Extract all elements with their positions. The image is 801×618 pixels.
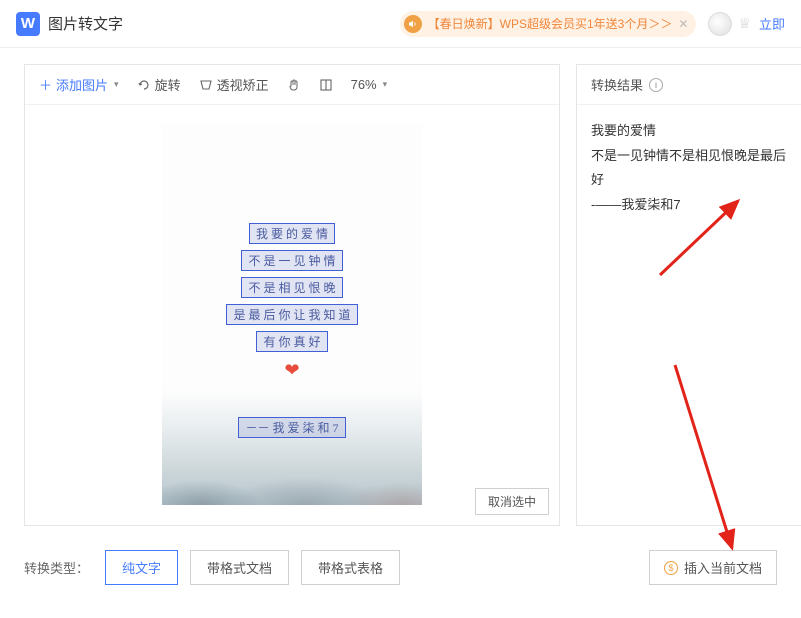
coin-icon: $ <box>664 561 678 575</box>
ocr-box[interactable]: 不 是 相 见 恨 晚 <box>241 277 342 298</box>
page-title: 图片转文字 <box>48 13 123 34</box>
image-panel: ＋ 添加图片 ▾ 旋转 透视矫正 <box>24 64 560 526</box>
add-image-label: 添加图片 <box>56 75 108 94</box>
promo-banner[interactable]: 【春日焕新】WPS超级会员买1年送3个月＞＞ ✕ <box>400 11 697 37</box>
fit-tool-button[interactable] <box>319 78 333 92</box>
crown-icon: ♕ <box>738 15 751 32</box>
cancel-selection-button[interactable]: 取消选中 <box>475 488 549 515</box>
formatted-table-button[interactable]: 带格式表格 <box>301 550 400 585</box>
ocr-box[interactable]: 是 最 后 你 让 我 知 道 <box>226 304 357 325</box>
insert-label: 插入当前文档 <box>684 558 762 577</box>
pure-text-button[interactable]: 纯文字 <box>105 550 178 585</box>
result-panel: 转换结果 i 我要的爱情 不是一见钟情不是相见恨晚是最后 好 -——我爱柒和7 <box>576 64 801 526</box>
formatted-doc-button[interactable]: 带格式文档 <box>190 550 289 585</box>
app-icon: W <box>16 12 40 36</box>
rotate-button[interactable]: 旋转 <box>137 75 181 94</box>
heart-icon: ❤ <box>284 360 299 381</box>
add-image-button[interactable]: ＋ 添加图片 ▾ <box>39 75 119 94</box>
result-line: -——我爱柒和7 <box>591 193 787 218</box>
avatar[interactable] <box>708 12 732 36</box>
ocr-box[interactable]: 我 要 的 爱 情 <box>249 223 335 244</box>
close-icon[interactable]: ✕ <box>678 17 688 31</box>
source-image[interactable]: 我 要 的 爱 情 不 是 一 见 钟 情 不 是 相 见 恨 晚 是 最 后 … <box>162 125 422 505</box>
hand-tool-button[interactable] <box>287 78 301 92</box>
result-text[interactable]: 我要的爱情 不是一见钟情不是相见恨晚是最后 好 -——我爱柒和7 <box>577 105 801 525</box>
insert-document-button[interactable]: $ 插入当前文档 <box>649 550 777 585</box>
ocr-box[interactable]: 有 你 真 好 <box>256 331 327 352</box>
ocr-box[interactable]: 不 是 一 见 钟 情 <box>241 250 342 271</box>
speaker-icon <box>404 15 422 33</box>
chevron-down-icon: ▾ <box>383 79 388 90</box>
promo-text: 【春日焕新】WPS超级会员买1年送3个月＞＞ <box>428 15 673 32</box>
rotate-icon <box>137 78 151 92</box>
chevron-down-icon: ▾ <box>114 79 119 90</box>
result-header-label: 转换结果 <box>591 75 643 94</box>
result-line: 我要的爱情 <box>591 119 787 144</box>
plus-icon: ＋ <box>39 75 52 94</box>
perspective-label: 透视矫正 <box>217 75 269 94</box>
fit-icon <box>319 78 333 92</box>
perspective-button[interactable]: 透视矫正 <box>199 75 269 94</box>
result-line: 好 <box>591 168 787 193</box>
convert-type-label: 转换类型： <box>24 558 89 577</box>
info-icon[interactable]: i <box>649 78 663 92</box>
zoom-dropdown[interactable]: 76% ▾ <box>351 77 388 92</box>
zoom-value: 76% <box>351 77 377 92</box>
perspective-icon <box>199 78 213 92</box>
login-link[interactable]: 立即 <box>759 14 785 33</box>
rotate-label: 旋转 <box>155 75 181 94</box>
result-line: 不是一见钟情不是相见恨晚是最后 <box>591 144 787 169</box>
hand-icon <box>287 78 301 92</box>
ocr-box[interactable]: －－ 我 爱 柒 和 7 <box>238 417 345 438</box>
